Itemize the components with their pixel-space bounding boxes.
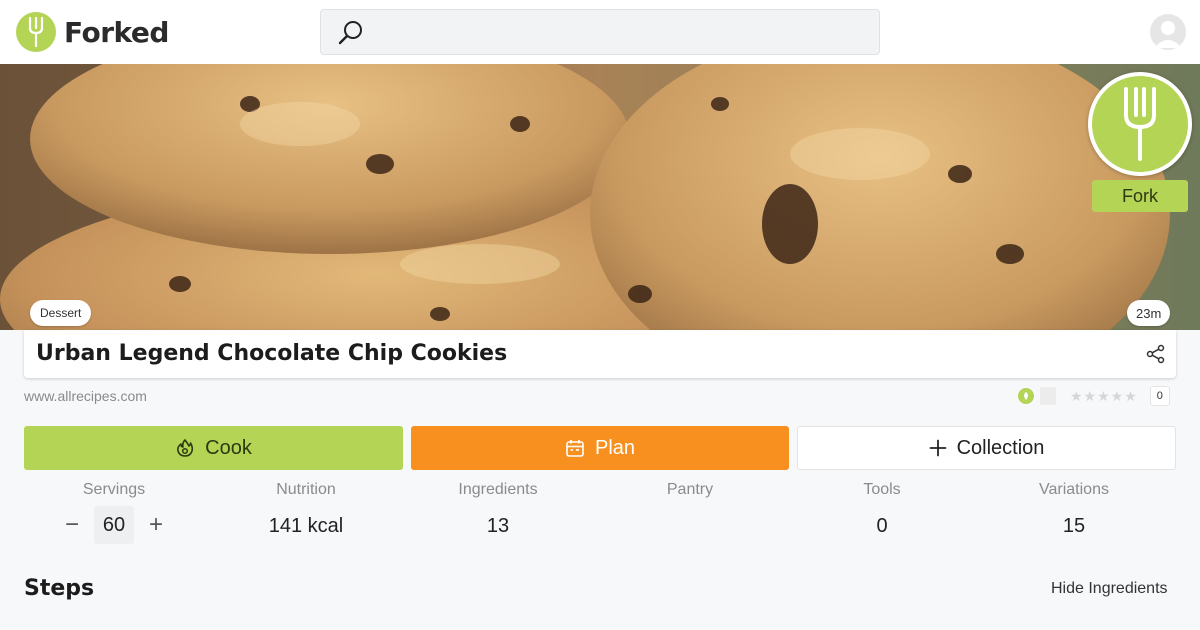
nutrition-label: Nutrition — [276, 481, 336, 498]
pantry-value — [594, 514, 786, 538]
app-logo[interactable]: Forked — [16, 12, 169, 52]
recipe-title: Urban Legend Chocolate Chip Cookies — [36, 341, 508, 366]
pantry-label: Pantry — [666, 481, 714, 498]
recipe-source-link[interactable]: www.allrecipes.com — [24, 388, 147, 404]
placeholder-box — [1040, 387, 1056, 405]
tools-label: Tools — [863, 481, 901, 498]
category-badge[interactable]: Dessert — [30, 300, 92, 326]
app-name: Forked — [64, 15, 169, 49]
ingredients-stat[interactable]: Ingredients 13 — [402, 480, 594, 538]
fork-button[interactable]: Fork — [1092, 180, 1188, 212]
nutrition-stat[interactable]: Nutrition 141 kcal — [210, 480, 402, 538]
ingredients-value: 13 — [486, 515, 510, 537]
variations-value: 15 — [1062, 515, 1086, 537]
steps-heading: Steps — [24, 576, 95, 601]
search-input[interactable] — [320, 9, 880, 55]
servings-stat: Servings — [18, 480, 210, 500]
leaf-icon — [1018, 388, 1034, 404]
plan-button[interactable]: Plan — [411, 426, 789, 470]
recipe-title-card: Urban Legend Chocolate Chip Cookies — [24, 330, 1176, 378]
pantry-stat[interactable]: Pantry — [594, 480, 786, 538]
cook-button[interactable]: Cook — [24, 426, 403, 470]
nutrition-value: 141 kcal — [268, 515, 344, 537]
ingredients-label: Ingredients — [458, 481, 538, 498]
servings-label: Servings — [82, 481, 146, 498]
tools-value: 0 — [876, 515, 888, 537]
collection-button[interactable]: Collection — [797, 426, 1176, 470]
recipe-hero-image — [0, 64, 1200, 330]
top-bar: Forked — [0, 0, 1200, 64]
servings-stepper: − 60 + — [58, 506, 170, 544]
cook-button-label: Cook — [205, 436, 252, 459]
variations-label: Variations — [1039, 481, 1109, 498]
plus-icon — [929, 439, 946, 457]
user-avatar-icon[interactable] — [1150, 14, 1186, 50]
share-icon[interactable] — [1146, 344, 1166, 364]
hide-ingredients-toggle[interactable]: Hide Ingredients — [1051, 580, 1168, 598]
calendar-icon — [566, 440, 584, 457]
collection-button-label: Collection — [956, 436, 1045, 459]
increase-servings-button[interactable]: + — [142, 506, 170, 544]
rating-row: ★★★★★ 0 — [1018, 386, 1170, 406]
fork-icon — [16, 12, 56, 52]
plan-button-label: Plan — [594, 436, 636, 459]
servings-value[interactable]: 60 — [94, 506, 134, 544]
rating-count: 0 — [1149, 386, 1170, 406]
time-badge: 23m — [1127, 300, 1171, 326]
tools-stat[interactable]: Tools 0 — [786, 480, 978, 538]
fork-badge-icon[interactable] — [1088, 72, 1192, 176]
search-icon — [338, 21, 362, 45]
variations-stat[interactable]: Variations 15 — [978, 480, 1170, 538]
flame-icon — [177, 439, 194, 457]
decrease-servings-button[interactable]: − — [58, 506, 86, 544]
star-rating[interactable]: ★★★★★ — [1070, 388, 1138, 405]
